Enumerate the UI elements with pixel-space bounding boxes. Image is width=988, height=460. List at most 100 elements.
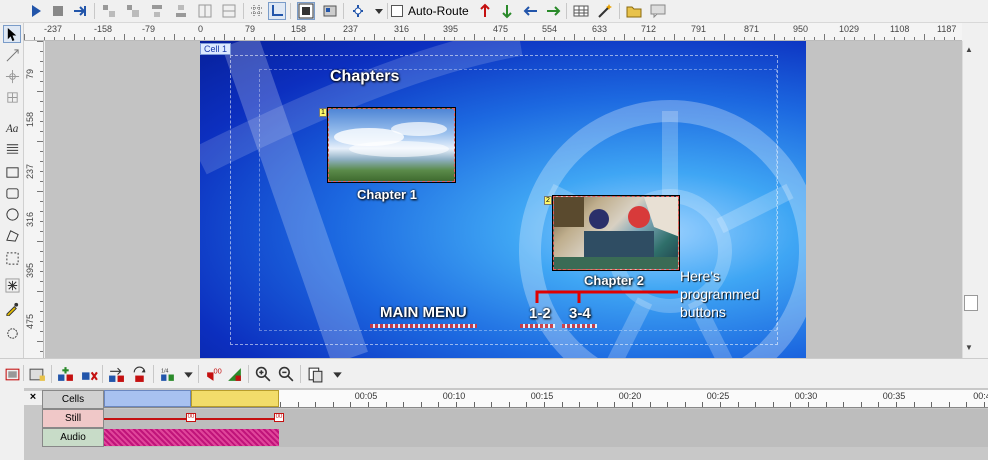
zoom-out-icon[interactable] <box>276 364 296 384</box>
table-icon[interactable] <box>572 2 590 20</box>
remove-cell-icon[interactable] <box>79 364 99 384</box>
ruler-label: 158 <box>291 24 307 34</box>
time-tick <box>984 402 985 407</box>
align-icon[interactable] <box>124 2 142 20</box>
align-icon[interactable] <box>100 2 118 20</box>
anchor-icon[interactable] <box>349 2 367 20</box>
ruler-tick <box>40 101 43 102</box>
ellipse-icon[interactable] <box>3 205 21 223</box>
route-icon[interactable] <box>71 2 89 20</box>
button-tag: 2 <box>544 196 552 205</box>
scale-icon[interactable]: 1/4 <box>157 364 177 384</box>
track-label-still: Still <box>42 409 104 428</box>
text-icon[interactable]: Aa <box>3 118 21 136</box>
cell-block[interactable] <box>191 390 279 407</box>
dropdown-icon[interactable] <box>370 2 388 20</box>
pointer-icon[interactable] <box>3 25 21 43</box>
align-icon[interactable] <box>220 2 238 20</box>
time-tick-label: 00:20 <box>618 391 642 401</box>
circle-icon[interactable] <box>3 324 21 342</box>
still-icon[interactable] <box>321 2 339 20</box>
vertical-scrollbar[interactable]: ▲ ▼ <box>962 41 978 358</box>
add-cell-icon[interactable] <box>55 364 75 384</box>
ruler-tick <box>684 37 685 40</box>
ruler-tick <box>234 37 235 40</box>
grid-icon[interactable] <box>248 2 266 20</box>
align-icon[interactable] <box>172 2 190 20</box>
swap-icon[interactable] <box>129 364 149 384</box>
mute-icon[interactable]: 00 <box>203 364 223 384</box>
cell-icon[interactable] <box>2 364 22 384</box>
scroll-up-icon[interactable]: ▲ <box>965 45 973 54</box>
align-icon[interactable] <box>148 2 166 20</box>
track-label-audio: Audio <box>42 428 104 447</box>
lines-icon[interactable] <box>3 139 21 157</box>
safe-area-icon[interactable] <box>297 2 315 20</box>
button-3-4[interactable]: 3-4 <box>569 305 591 322</box>
ruler-tick <box>674 34 675 40</box>
route-down-icon[interactable] <box>498 2 516 20</box>
time-tick <box>843 402 844 407</box>
rounded-rect-icon[interactable] <box>3 184 21 202</box>
ruler-tick <box>944 37 945 40</box>
cell-block[interactable] <box>104 390 191 407</box>
ruler-tick <box>594 37 595 40</box>
audio-clip[interactable] <box>104 429 279 446</box>
time-tick <box>614 402 615 407</box>
stop-icon[interactable] <box>49 2 67 20</box>
autoroute-checkbox[interactable] <box>391 5 403 17</box>
ruler-tick <box>40 71 43 72</box>
scroll-down-icon[interactable]: ▼ <box>965 343 973 352</box>
align-icon[interactable] <box>196 2 214 20</box>
anime-scene-image <box>554 197 678 269</box>
grid-tool-icon[interactable] <box>3 88 21 106</box>
play-icon[interactable] <box>27 2 45 20</box>
chat-icon[interactable] <box>649 2 667 20</box>
ruler-tick <box>784 37 785 40</box>
export-icon[interactable] <box>224 364 244 384</box>
wand-icon[interactable] <box>596 2 614 20</box>
ruler-tick <box>124 34 125 40</box>
time-tick <box>861 402 862 407</box>
ruler-tick <box>324 34 325 40</box>
ruler-tick <box>634 37 635 40</box>
asterisk-icon[interactable] <box>3 276 21 294</box>
ruler-tick <box>40 221 43 222</box>
chapter2-thumbnail[interactable] <box>552 195 680 271</box>
route-right-icon[interactable] <box>544 2 562 20</box>
route-left-icon[interactable] <box>522 2 540 20</box>
zoom-in-icon[interactable] <box>253 364 273 384</box>
main-menu-button[interactable]: MAIN MENU <box>380 304 467 321</box>
route-tool-icon[interactable] <box>3 46 21 64</box>
ruler-tick <box>334 37 335 40</box>
still-icon[interactable] <box>27 364 47 384</box>
snap-icon[interactable] <box>268 2 286 20</box>
ruler-tick <box>194 37 195 40</box>
time-tick <box>878 402 879 407</box>
connect-icon[interactable] <box>3 67 21 85</box>
time-tick-label: 00:35 <box>882 391 906 401</box>
chapter1-thumbnail[interactable] <box>327 107 456 183</box>
annotation-text: Here's programmed buttons <box>680 267 759 321</box>
button-1-2[interactable]: 1-2 <box>529 305 551 322</box>
eyedropper-icon[interactable] <box>3 299 21 317</box>
move-icon[interactable] <box>106 364 126 384</box>
ruler-tick <box>584 37 585 40</box>
ruler-tick <box>504 37 505 40</box>
menu-canvas[interactable]: Cell 1 Chapters 1 Chapter 1 2 Chapter 2 … <box>45 41 962 358</box>
ruler-tick <box>224 34 225 40</box>
time-tick <box>350 402 351 407</box>
dropdown-icon[interactable] <box>327 364 347 384</box>
dropdown-icon[interactable] <box>178 364 198 384</box>
rectangle-icon[interactable] <box>3 163 21 181</box>
polygon-icon[interactable] <box>3 226 21 244</box>
paste-icon[interactable] <box>305 364 325 384</box>
ruler-tick <box>364 37 365 40</box>
folder-icon[interactable] <box>625 2 643 20</box>
crop-icon[interactable] <box>3 249 21 267</box>
scroll-thumb[interactable] <box>964 295 978 311</box>
route-up-icon[interactable] <box>476 2 494 20</box>
still-marker[interactable]: 00 <box>186 413 196 422</box>
still-marker[interactable]: 00 <box>274 413 284 422</box>
close-icon[interactable]: × <box>24 391 42 405</box>
